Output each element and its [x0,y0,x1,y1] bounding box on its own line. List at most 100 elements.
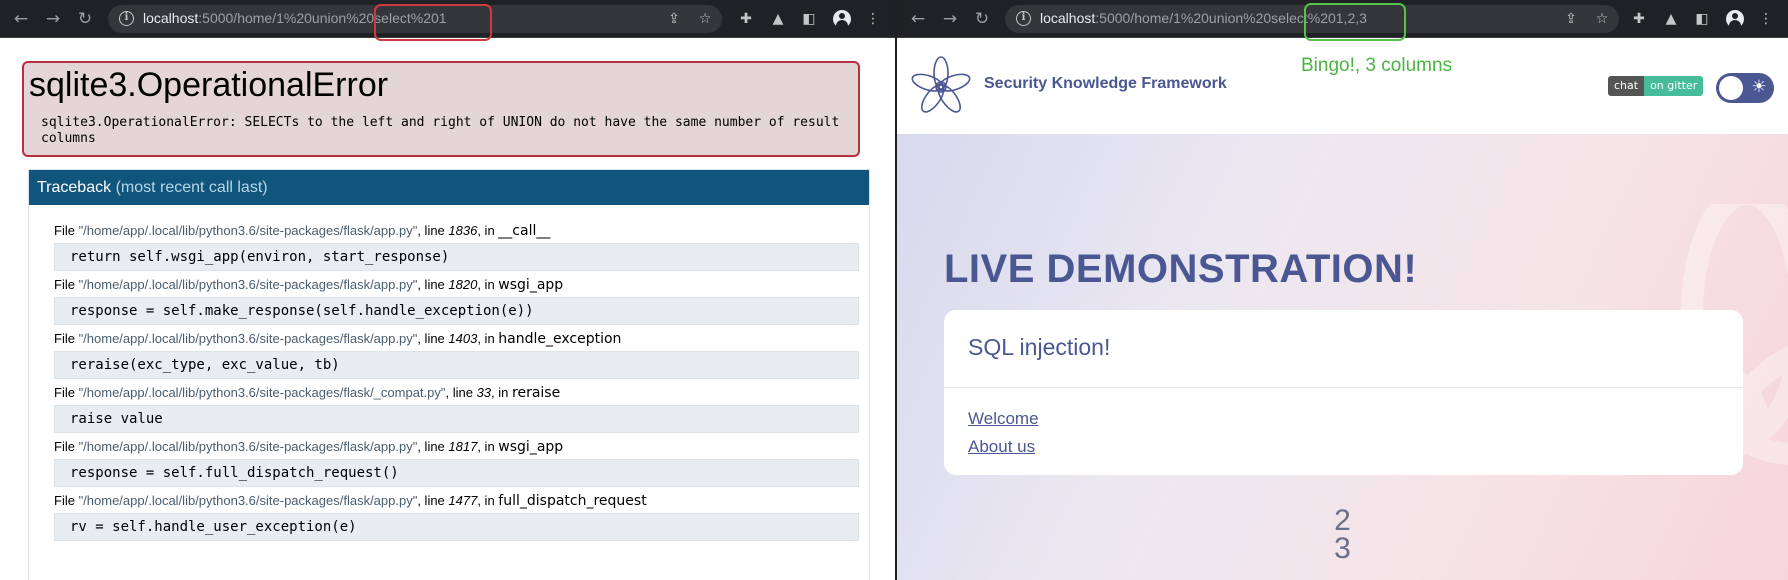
back-arrow-icon[interactable]: ← [907,8,929,30]
traceback-header: Traceback (most recent call last) [29,170,869,205]
main-content: LIVE DEMONSTRATION! SQL injection! Welco… [897,134,1788,580]
star-icon[interactable]: ☆ [1594,11,1610,27]
frame-function: wsgi_app [498,277,564,293]
chat-badge-label: chat [1608,76,1645,96]
left-browser-window: ← → ↻ i localhost:5000/home/1%20union%20… [0,0,895,580]
frame-location: File "/home/app/.local/lib/python3.6/sit… [54,491,859,511]
frame-prefix: File [54,385,79,400]
card-divider [944,387,1743,388]
welcome-link[interactable]: Welcome [968,409,1039,429]
flask-icon[interactable]: ▲ [1662,10,1680,28]
frame-line-number: 1403 [448,331,478,346]
frame-in-label: , in [477,223,499,238]
frame-location: File "/home/app/.local/lib/python3.6/sit… [54,383,859,403]
gitter-chat-badge[interactable]: chat on gitter [1608,76,1704,96]
forward-arrow-icon[interactable]: → [42,8,64,30]
traceback-frame[interactable]: File "/home/app/.local/lib/python3.6/sit… [54,275,859,325]
frame-line-number: 1817 [448,439,478,454]
sun-icon: ☀ [1751,77,1767,97]
skf-logo-icon[interactable] [911,53,971,118]
frame-line-number: 1836 [448,223,478,238]
frame-filename: "/home/app/.local/lib/python3.6/site-pac… [78,493,418,508]
frame-code-line[interactable]: raise value [54,405,859,433]
forward-arrow-icon[interactable]: → [939,8,961,30]
traceback-frame[interactable]: File "/home/app/.local/lib/python3.6/sit… [54,221,859,271]
frame-line-label: , line [417,493,449,508]
traceback-frame[interactable]: File "/home/app/.local/lib/python3.6/sit… [54,329,859,379]
avatar-icon[interactable] [833,10,851,28]
traceback-frame[interactable]: File "/home/app/.local/lib/python3.6/sit… [54,491,859,541]
theme-toggle[interactable]: ☀ [1716,73,1774,103]
frame-code-line[interactable]: rv = self.handle_user_exception(e) [54,513,859,541]
frame-function: full_dispatch_request [498,493,647,509]
frame-line-label: , line [445,385,477,400]
frame-line-label: , line [417,331,449,346]
site-brand[interactable]: Security Knowledge Framework [984,75,1227,93]
frame-line-label: , line [417,223,449,238]
frame-filename: "/home/app/.local/lib/python3.6/site-pac… [78,277,418,292]
demo-card: SQL injection! Welcome About us [944,310,1743,475]
avatar-icon[interactable] [1726,10,1744,28]
reload-icon[interactable]: ↻ [74,8,96,30]
frame-in-label: , in [491,385,513,400]
about-us-link[interactable]: About us [968,437,1035,457]
site-header: Security Knowledge Framework chat on git… [897,38,1788,134]
puzzle-icon[interactable]: ✚ [1630,10,1648,28]
traceback-frame[interactable]: File "/home/app/.local/lib/python3.6/sit… [54,437,859,487]
frame-filename: "/home/app/.local/lib/python3.6/site-pac… [78,439,418,454]
result-value: 3 [1334,532,1351,565]
puzzle-icon[interactable]: ✚ [737,10,755,28]
reload-icon[interactable]: ↻ [971,8,993,30]
info-icon[interactable]: i [119,11,134,26]
frame-in-label: , in [477,493,499,508]
frame-code-line[interactable]: response = self.make_response(self.handl… [54,297,859,325]
frame-location: File "/home/app/.local/lib/python3.6/sit… [54,221,859,241]
traceback-frames: File "/home/app/.local/lib/python3.6/sit… [29,205,869,541]
frame-filename: "/home/app/.local/lib/python3.6/site-pac… [78,223,418,238]
frame-filename: "/home/app/.local/lib/python3.6/site-pac… [78,331,418,346]
error-header: sqlite3.OperationalError sqlite3.Operati… [22,61,860,157]
kebab-menu-icon[interactable]: ⋮ [864,10,882,28]
page-headline: LIVE DEMONSTRATION! [944,247,1418,291]
frame-line-number: 1477 [448,493,478,508]
frame-line-number: 1820 [448,277,478,292]
result-value: 2 [1334,504,1351,537]
annotation-text: Bingo!, 3 columns [1301,55,1453,76]
star-icon[interactable]: ☆ [697,11,713,27]
share-icon[interactable]: ⇪ [1563,11,1579,27]
traceback-subtitle: (most recent call last) [115,179,268,196]
frame-line-label: , line [417,439,449,454]
frame-function: __call__ [498,223,551,239]
frame-prefix: File [54,277,79,292]
flask-icon[interactable]: ▲ [769,10,787,28]
error-title: sqlite3.OperationalError [29,66,389,104]
url-host: localhost [1040,10,1096,26]
kebab-menu-icon[interactable]: ⋮ [1757,10,1775,28]
traceback-frame[interactable]: File "/home/app/.local/lib/python3.6/sit… [54,383,859,433]
traceback-panel: Traceback (most recent call last) File "… [28,169,870,580]
back-arrow-icon[interactable]: ← [10,8,32,30]
sidebar-icon[interactable]: ◧ [800,10,818,28]
frame-in-label: , in [477,277,499,292]
frame-location: File "/home/app/.local/lib/python3.6/sit… [54,437,859,457]
sidebar-icon[interactable]: ◧ [1693,10,1711,28]
info-icon[interactable]: i [1016,11,1031,26]
frame-in-label: , in [477,331,499,346]
green-highlight-box [1304,3,1406,41]
card-title: SQL injection! [968,334,1111,360]
frame-location: File "/home/app/.local/lib/python3.6/sit… [54,275,859,295]
frame-code-line[interactable]: response = self.full_dispatch_request() [54,459,859,487]
frame-code-line[interactable]: reraise(exc_type, exc_value, tb) [54,351,859,379]
right-browser-window: ← → ↻ i localhost:5000/home/1%20union%20… [897,0,1788,580]
share-icon[interactable]: ⇪ [666,11,682,27]
url-host: localhost [143,10,199,26]
frame-location: File "/home/app/.local/lib/python3.6/sit… [54,329,859,349]
error-message: sqlite3.OperationalError: SELECTs to the… [41,115,840,146]
red-highlight-box [374,4,492,41]
frame-in-label: , in [477,439,499,454]
traceback-title: Traceback [37,179,112,196]
frame-filename: "/home/app/.local/lib/python3.6/site-pac… [78,385,446,400]
frame-prefix: File [54,493,79,508]
frame-code-line[interactable]: return self.wsgi_app(environ, start_resp… [54,243,859,271]
chat-badge-value: on gitter [1644,76,1704,96]
